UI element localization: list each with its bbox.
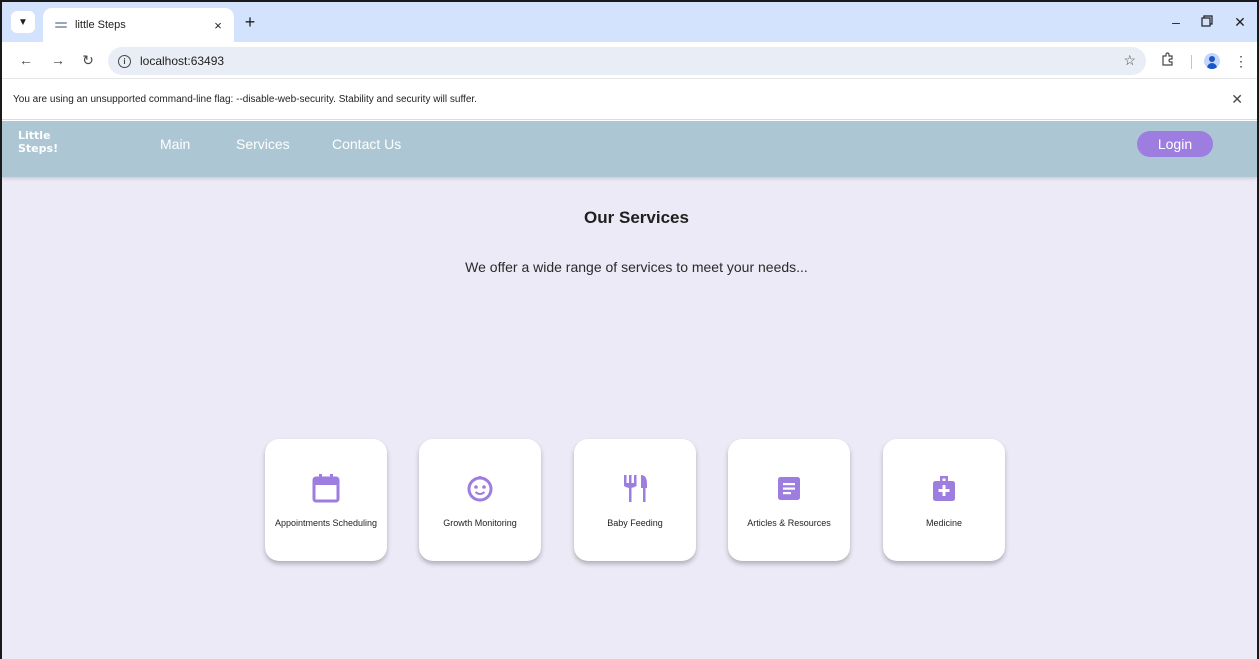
- browser-window: ▼ little Steps × + – ✕ ← → ↻ i localhost…: [0, 0, 1259, 659]
- baby-face-icon: [466, 472, 494, 504]
- restaurant-icon: [621, 472, 649, 504]
- service-card-appointments[interactable]: Appointments Scheduling: [265, 439, 387, 561]
- address-bar[interactable]: i localhost:63493 ☆: [108, 47, 1146, 75]
- nav-link-contact[interactable]: Contact Us: [332, 135, 401, 153]
- profile-avatar-icon[interactable]: [1204, 53, 1220, 69]
- medical-bag-icon: [930, 472, 958, 504]
- login-button[interactable]: Login: [1137, 131, 1213, 157]
- tab-close-icon[interactable]: ×: [210, 18, 226, 33]
- tab-title: little Steps: [75, 19, 126, 31]
- service-label: Articles & Resources: [747, 518, 831, 528]
- nav-link-main[interactable]: Main: [160, 135, 190, 153]
- forward-icon[interactable]: →: [48, 50, 68, 70]
- logo-line-2: Steps!: [18, 142, 59, 155]
- tab-strip: ▼ little Steps × + – ✕: [2, 2, 1257, 42]
- service-label: Growth Monitoring: [443, 518, 517, 528]
- page-favicon-icon: [55, 19, 67, 31]
- reload-icon[interactable]: ↻: [78, 50, 98, 70]
- service-card-growth[interactable]: Growth Monitoring: [419, 439, 541, 561]
- infobar-message: You are using an unsupported command-lin…: [13, 94, 477, 105]
- url-text: localhost:63493: [140, 54, 225, 68]
- extensions-icon[interactable]: [1158, 51, 1178, 71]
- app-bar: Little Steps! Main Services Contact Us L…: [2, 121, 1257, 177]
- warning-infobar: You are using an unsupported command-lin…: [2, 80, 1257, 120]
- web-page: Little Steps! Main Services Contact Us L…: [2, 121, 1257, 659]
- menu-kebab-icon[interactable]: ⋮: [1231, 51, 1251, 71]
- infobar-close-icon[interactable]: ✕: [1231, 91, 1243, 108]
- page-subtitle: We offer a wide range of services to mee…: [465, 259, 808, 275]
- calendar-icon: [312, 472, 340, 504]
- toolbar-divider: [1191, 55, 1192, 69]
- tab-search-button[interactable]: ▼: [11, 11, 35, 33]
- service-label: Baby Feeding: [607, 518, 663, 528]
- article-icon: [775, 472, 803, 504]
- page-title: Our Services: [584, 208, 689, 227]
- close-window-icon[interactable]: ✕: [1230, 12, 1250, 32]
- site-info-icon[interactable]: i: [118, 54, 131, 68]
- bookmark-star-icon[interactable]: ☆: [1123, 52, 1136, 69]
- service-card-medicine[interactable]: Medicine: [883, 439, 1005, 561]
- restore-icon[interactable]: [1197, 12, 1217, 32]
- browser-toolbar: ← → ↻ i localhost:63493 ☆ ⋮: [2, 42, 1257, 79]
- service-card-feeding[interactable]: Baby Feeding: [574, 439, 696, 561]
- service-label: Medicine: [925, 518, 963, 528]
- back-icon[interactable]: ←: [16, 50, 36, 70]
- minimize-icon[interactable]: –: [1166, 12, 1186, 32]
- service-card-articles[interactable]: Articles & Resources: [728, 439, 850, 561]
- nav-link-services[interactable]: Services: [236, 135, 290, 153]
- logo-line-1: Little: [18, 129, 51, 142]
- service-label: Appointments Scheduling: [274, 518, 378, 528]
- app-logo[interactable]: Little Steps!: [18, 129, 78, 155]
- browser-tab[interactable]: little Steps ×: [43, 8, 234, 42]
- new-tab-button[interactable]: +: [241, 11, 259, 33]
- chevron-down-icon: ▼: [18, 16, 28, 28]
